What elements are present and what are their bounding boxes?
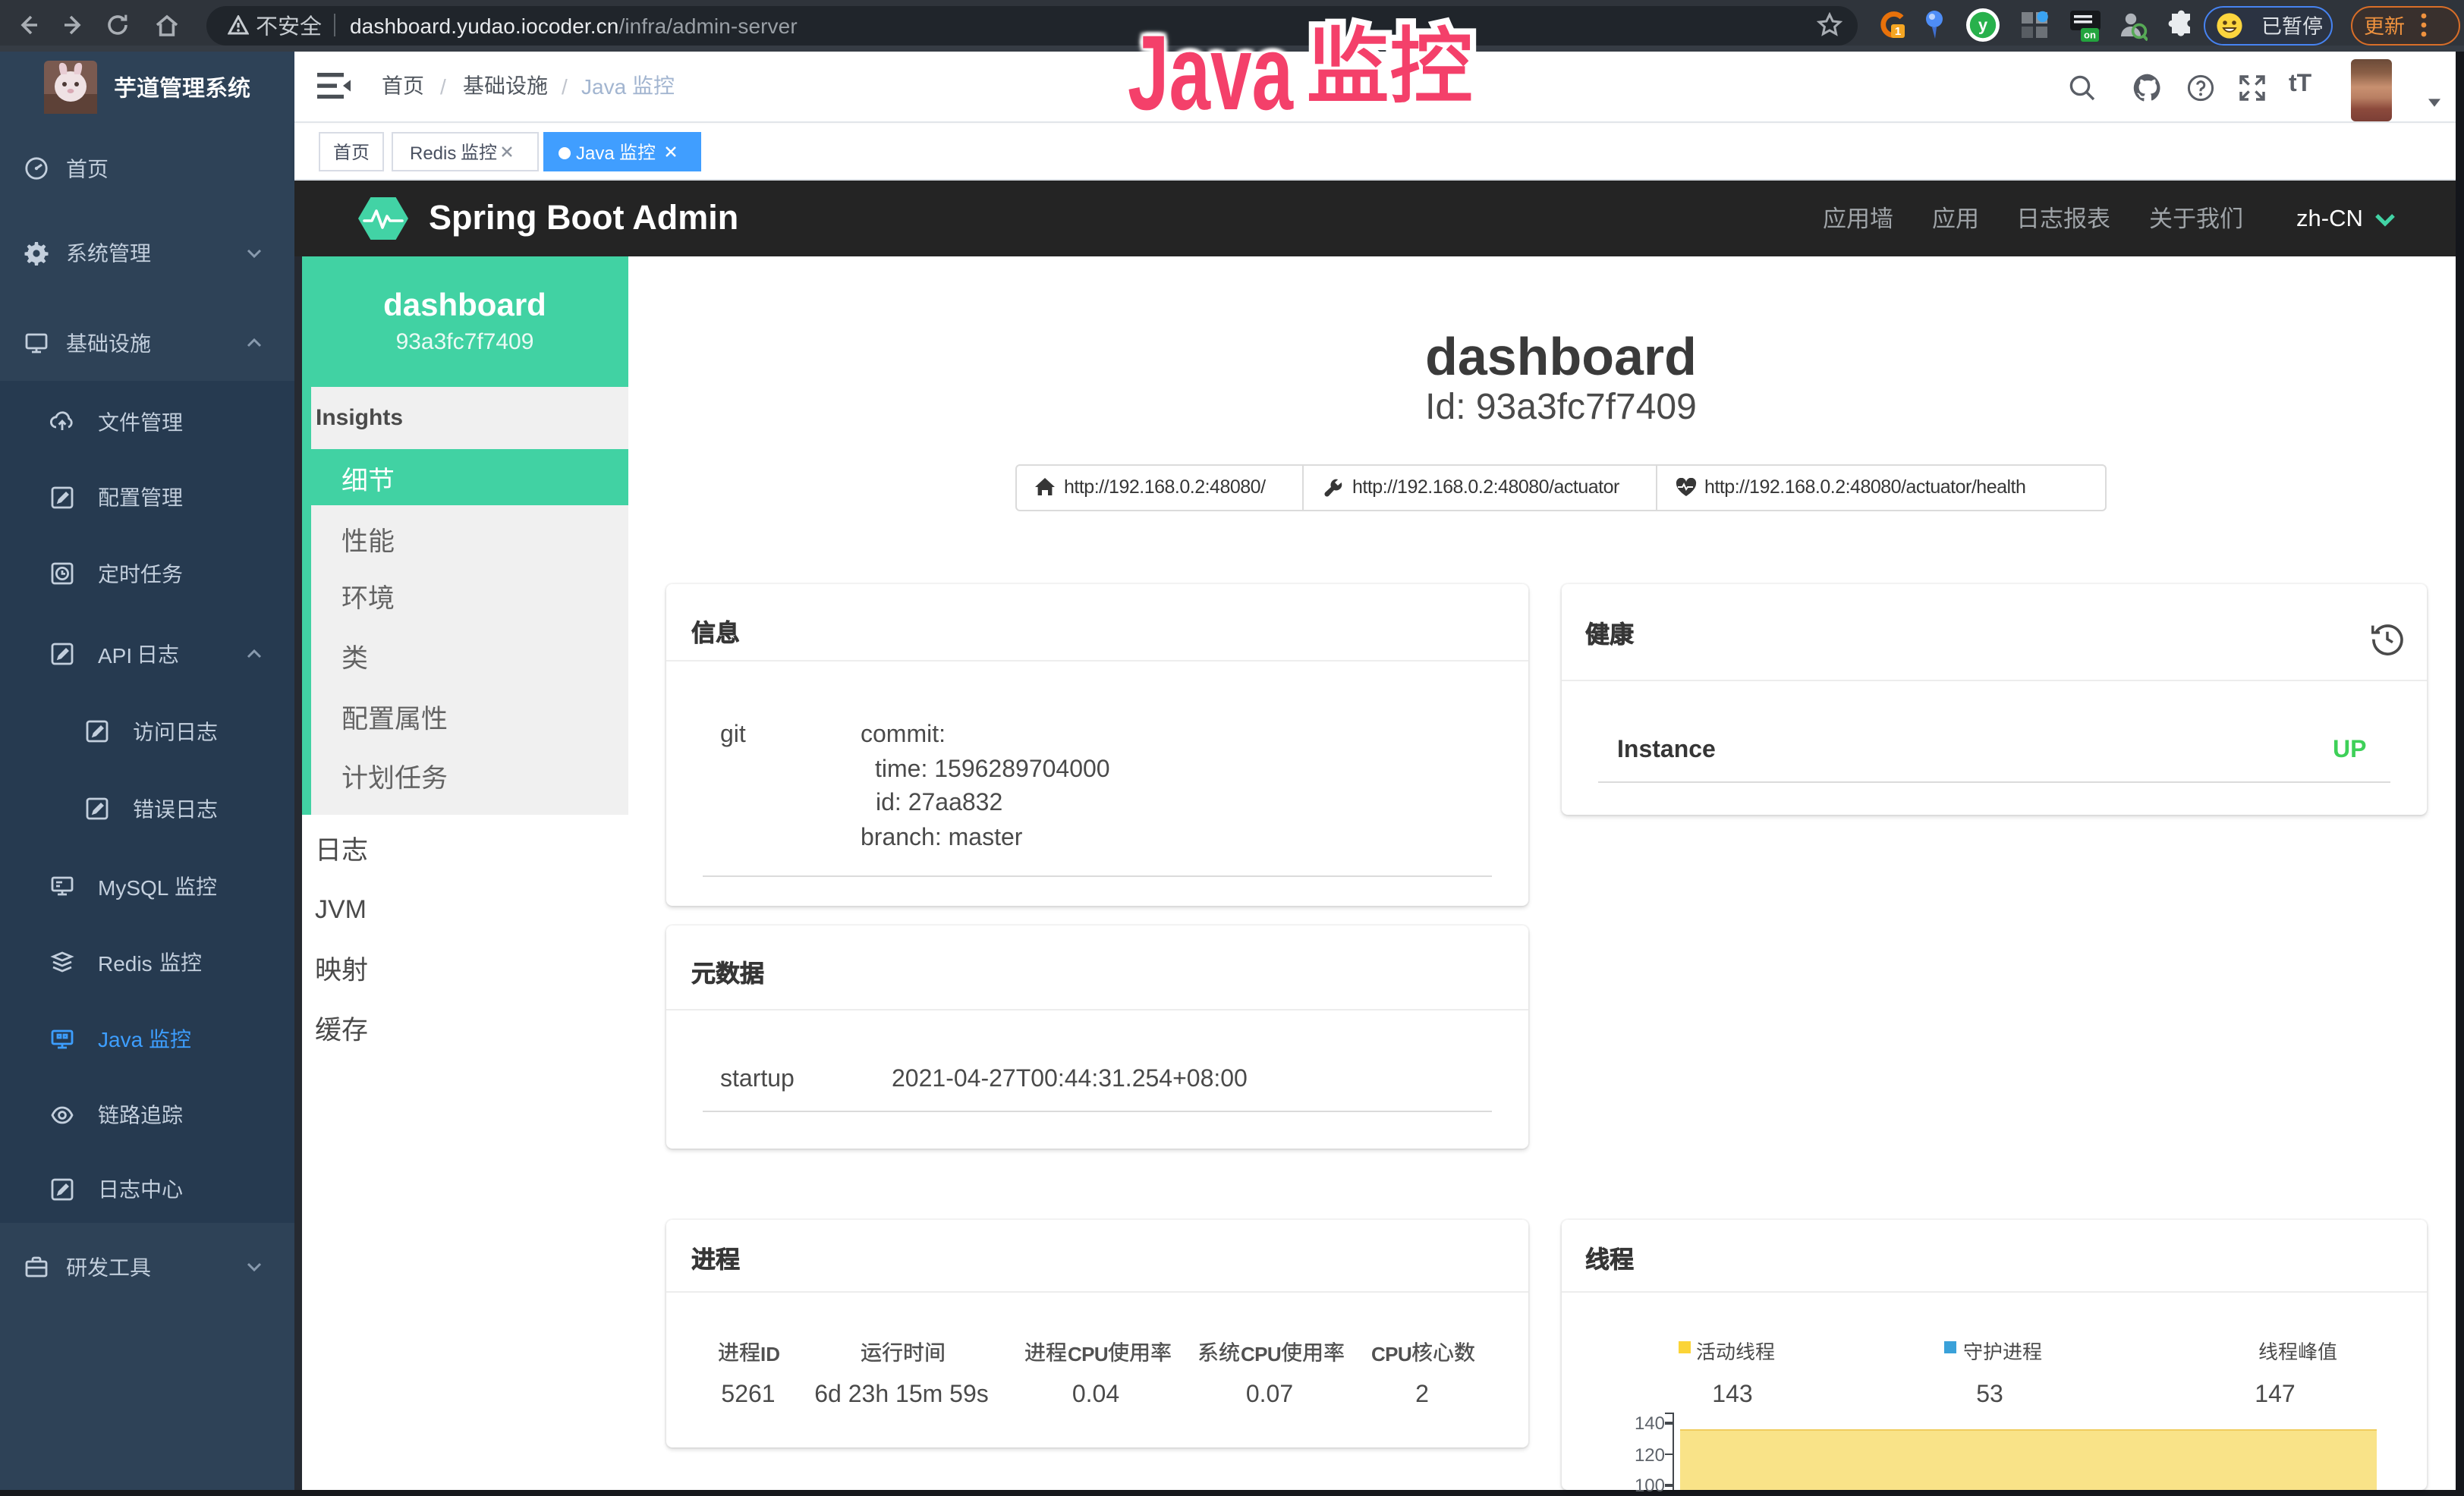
svg-text:1: 1: [1895, 25, 1901, 38]
svg-text:on: on: [2084, 30, 2096, 41]
svg-text:y: y: [1978, 15, 1988, 34]
